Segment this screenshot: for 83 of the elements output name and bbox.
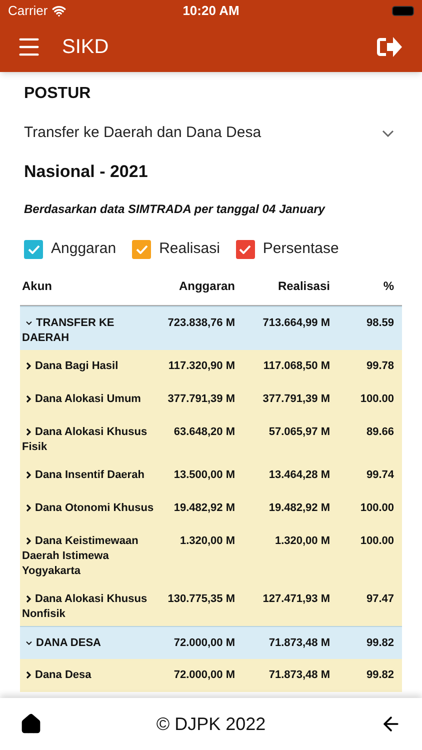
item-row[interactable]: Dana Alokasi Khusus Nonfisik 130.775,35 M 127.471,93 M 97.47	[20, 582, 402, 626]
budget-cell-text: 19.482,92 M	[172, 500, 235, 516]
item-row[interactable]: Dana Desa 72.000,00 M 71.873,48 M 99.82	[20, 658, 402, 692]
realization-cell-text: 71.873,48 M	[268, 668, 330, 682]
legend-checkbox[interactable]: Anggaran	[24, 238, 116, 260]
percent-cell-text: 99.82	[365, 668, 395, 682]
account-cell-text: Dana Alokasi Khusus Nonfisik	[21, 592, 148, 622]
realization-cell-text: 377.791,39 M	[262, 392, 330, 406]
item-row[interactable]: Dana Otonomi Khusus 19.482,92 M 19.482,92 M 100.00	[20, 492, 402, 524]
chevron-right-icon	[26, 470, 31, 479]
column-header: Realisasi	[276, 278, 330, 294]
account-cell: Dana Alokasi Umum	[20, 392, 160, 412]
check-icon	[28, 244, 40, 254]
percent-cell-text: 99.78	[365, 358, 395, 374]
realization-cell-text: 1.320,00 M	[274, 534, 330, 548]
column-header: Anggaran	[178, 278, 235, 294]
group-row[interactable]: TRANSFER KE DAERAH 723.838,76 M 713.664,99 M 98.59	[20, 306, 402, 350]
category-dropdown[interactable]: Transfer ke Daerah dan Dana Desa	[20, 122, 402, 144]
item-row[interactable]: Dana Keistimewaan Daerah Istimewa Yogyakarta 1.320,00 M 1.320,00 M 100.00	[20, 524, 402, 582]
status-time: 10:20 AM	[182, 2, 240, 20]
account-cell-text: Dana Alokasi Khusus Fisik	[21, 424, 148, 454]
percent-cell-text: 99.82	[365, 636, 395, 650]
budget-cell-text: 377.791,39 M	[166, 392, 235, 406]
chevron-right-icon	[26, 536, 31, 545]
data-source-note: Berdasarkan data SIMTRADA per tanggal 04 January	[23, 201, 326, 218]
account-cell: DANA DESA	[20, 636, 160, 654]
legend-checkbox[interactable]: Persentase	[236, 238, 339, 260]
logout-icon	[376, 36, 402, 58]
chevron-right-icon	[26, 428, 31, 436]
budget-cell-text: 723.838,76 M	[166, 316, 235, 330]
account-cell: Dana Otonomi Khusus	[20, 500, 160, 520]
chevron-right-icon	[26, 362, 31, 370]
budget-cell-text: 72.000,00 M	[172, 668, 235, 682]
battery-icon	[392, 6, 414, 16]
percent-cell-text: 97.47	[365, 592, 395, 606]
chevron-right-icon	[26, 670, 31, 679]
chevron-down-icon	[26, 320, 32, 325]
realization-cell-text: 57.065,97 M	[268, 424, 330, 440]
realization-cell-text: 71.873,48 M	[268, 636, 330, 650]
carrier-label: Carrier	[8, 2, 48, 20]
percent-cell-text: 100.00	[359, 392, 395, 406]
chevron-right-icon	[26, 504, 31, 512]
item-row[interactable]: Dana Bagi Hasil 117.320,90 M 117.068,50 M 99.78	[20, 350, 402, 382]
percent-cell-text: 98.59	[365, 316, 395, 330]
budget-cell-text: 1.320,00 M	[178, 534, 235, 548]
account-cell-text: TRANSFER KE DAERAH	[21, 316, 116, 346]
budget-cell-text: 72.000,00 M	[172, 636, 235, 650]
percent-cell-text: 89.66	[365, 424, 395, 440]
chevron-right-icon	[26, 394, 31, 403]
percent-cell-text: 99.74	[365, 468, 395, 482]
account-cell-text: Dana Keistimewaan Daerah Istimewa Yogyakarta	[21, 534, 140, 578]
check-icon	[239, 244, 252, 254]
realization-cell-text: 117.068,50 M	[262, 358, 330, 374]
chevron-down-icon	[26, 640, 32, 645]
realization-cell-text: 127.471,93 M	[262, 592, 330, 606]
item-row[interactable]: Dana Alokasi Umum 377.791,39 M 377.791,39 M 100.00	[20, 382, 402, 416]
account-cell: Dana Desa	[20, 668, 160, 688]
column-header: Akun	[21, 278, 53, 294]
group-row[interactable]: DANA DESA 72.000,00 M 71.873,48 M 99.82	[20, 626, 402, 658]
section-title: POSTUR	[23, 84, 92, 104]
chevron-down-icon	[382, 130, 394, 137]
budget-cell-text: 13.500,00 M	[172, 468, 235, 482]
footer-copyright: © DJPK 2022	[156, 712, 266, 736]
realization-cell-text: 713.664,99 M	[262, 316, 330, 330]
budget-cell-text: 63.648,20 M	[172, 424, 235, 440]
legend-checkbox[interactable]: Realisasi	[132, 238, 220, 260]
column-header: %	[382, 278, 395, 294]
chevron-right-icon	[26, 594, 31, 603]
home-button[interactable]	[20, 713, 42, 735]
item-row[interactable]: Dana Insentif Daerah 13.500,00 M 13.464,28 M 99.74	[20, 458, 402, 492]
wifi-icon	[52, 4, 66, 18]
app-title: SIKD	[62, 35, 110, 60]
region-year-heading: Nasional - 2021	[23, 160, 149, 182]
item-row[interactable]: Dana Alokasi Khusus Fisik 63.648,20 M 57.065,97 M 89.66	[20, 416, 402, 458]
percent-cell-text: 100.00	[359, 534, 395, 548]
realization-cell-text: 13.464,28 M	[268, 468, 330, 482]
check-icon	[136, 244, 148, 254]
account-cell: Dana Insentif Daerah	[20, 468, 160, 488]
budget-cell-text: 130.775,35 M	[166, 592, 235, 606]
budget-cell-text: 117.320,90 M	[167, 358, 235, 374]
realization-cell-text: 19.482,92 M	[268, 500, 330, 516]
account-cell: Dana Bagi Hasil	[20, 358, 160, 378]
percent-cell-text: 100.00	[359, 500, 395, 516]
